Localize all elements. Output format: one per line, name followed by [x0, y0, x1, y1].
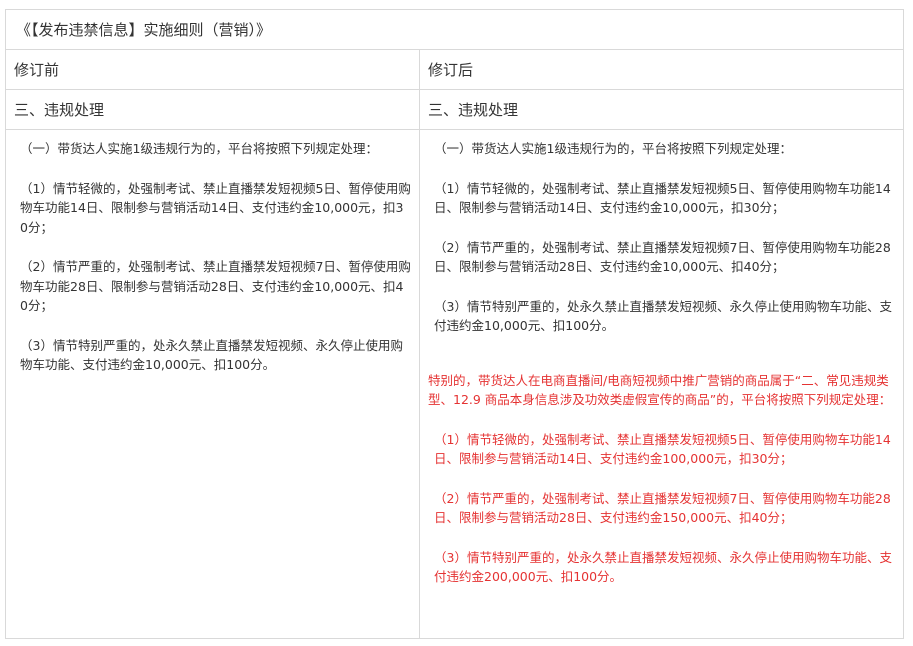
document-title: 《【发布违禁信息】实施细则（营销）》 — [4, 9, 905, 50]
header-row: 修订前 修订后 — [5, 49, 905, 90]
content-after: （一）带货达人实施1级违规行为的，平台将按照下列规定处理： （1）情节轻微的，处… — [418, 129, 905, 639]
before-item-3: （3）情节特别严重的，处永久禁止直播禁发短视频、永久停止使用购物车功能、支付违约… — [20, 337, 403, 373]
before-item-1: （1）情节轻微的，处强制考试、禁止直播禁发短视频5日、暂停使用购物车功能14日、… — [20, 180, 411, 235]
after-special-item-1: （1）情节轻微的，处强制考试、禁止直播禁发短视频5日、暂停使用购物车功能14日、… — [434, 431, 891, 467]
header-after: 修订后 — [418, 49, 905, 90]
after-intro: （一）带货达人实施1级违规行为的，平台将按照下列规定处理： — [434, 141, 792, 156]
after-item-2: （2）情节严重的，处强制考试、禁止直播禁发短视频7日、暂停使用购物车功能28日、… — [434, 239, 891, 275]
after-special-item-2: （2）情节严重的，处强制考试、禁止直播禁发短视频7日、暂停使用购物车功能28日、… — [434, 490, 891, 526]
section-row: 三、违规处理 三、违规处理 — [5, 89, 905, 130]
section-before: 三、违规处理 — [5, 89, 420, 130]
after-item-1: （1）情节轻微的，处强制考试、禁止直播禁发短视频5日、暂停使用购物车功能14日、… — [434, 180, 891, 216]
after-item-3: （3）情节特别严重的，处永久禁止直播禁发短视频、永久停止使用购物车功能、支付违约… — [434, 298, 892, 334]
title-row: 《【发布违禁信息】实施细则（营销）》 — [4, 9, 905, 50]
after-special-intro: 特别的，带货达人在电商直播间/电商短视频中推广营销的商品属于“二、常见违规类型、… — [428, 372, 892, 408]
before-intro: （一）带货达人实施1级违规行为的，平台将按照下列规定处理： — [20, 141, 378, 156]
after-special-item-3: （3）情节特别严重的，处永久禁止直播禁发短视频、永久停止使用购物车功能、支付违约… — [434, 549, 892, 585]
before-item-2: （2）情节严重的，处强制考试、禁止直播禁发短视频7日、暂停使用购物车功能28日、… — [20, 259, 411, 313]
section-after: 三、违规处理 — [418, 89, 905, 130]
content-before: （一）带货达人实施1级违规行为的，平台将按照下列规定处理： （1）情节轻微的，处… — [5, 129, 420, 639]
revision-comparison-table: 《【发布违禁信息】实施细则（营销）》 修订前 修订后 三、违规处理 三、违规处理… — [4, 9, 905, 639]
content-row: （一）带货达人实施1级违规行为的，平台将按照下列规定处理： （1）情节轻微的，处… — [5, 129, 905, 639]
header-before: 修订前 — [5, 49, 420, 90]
